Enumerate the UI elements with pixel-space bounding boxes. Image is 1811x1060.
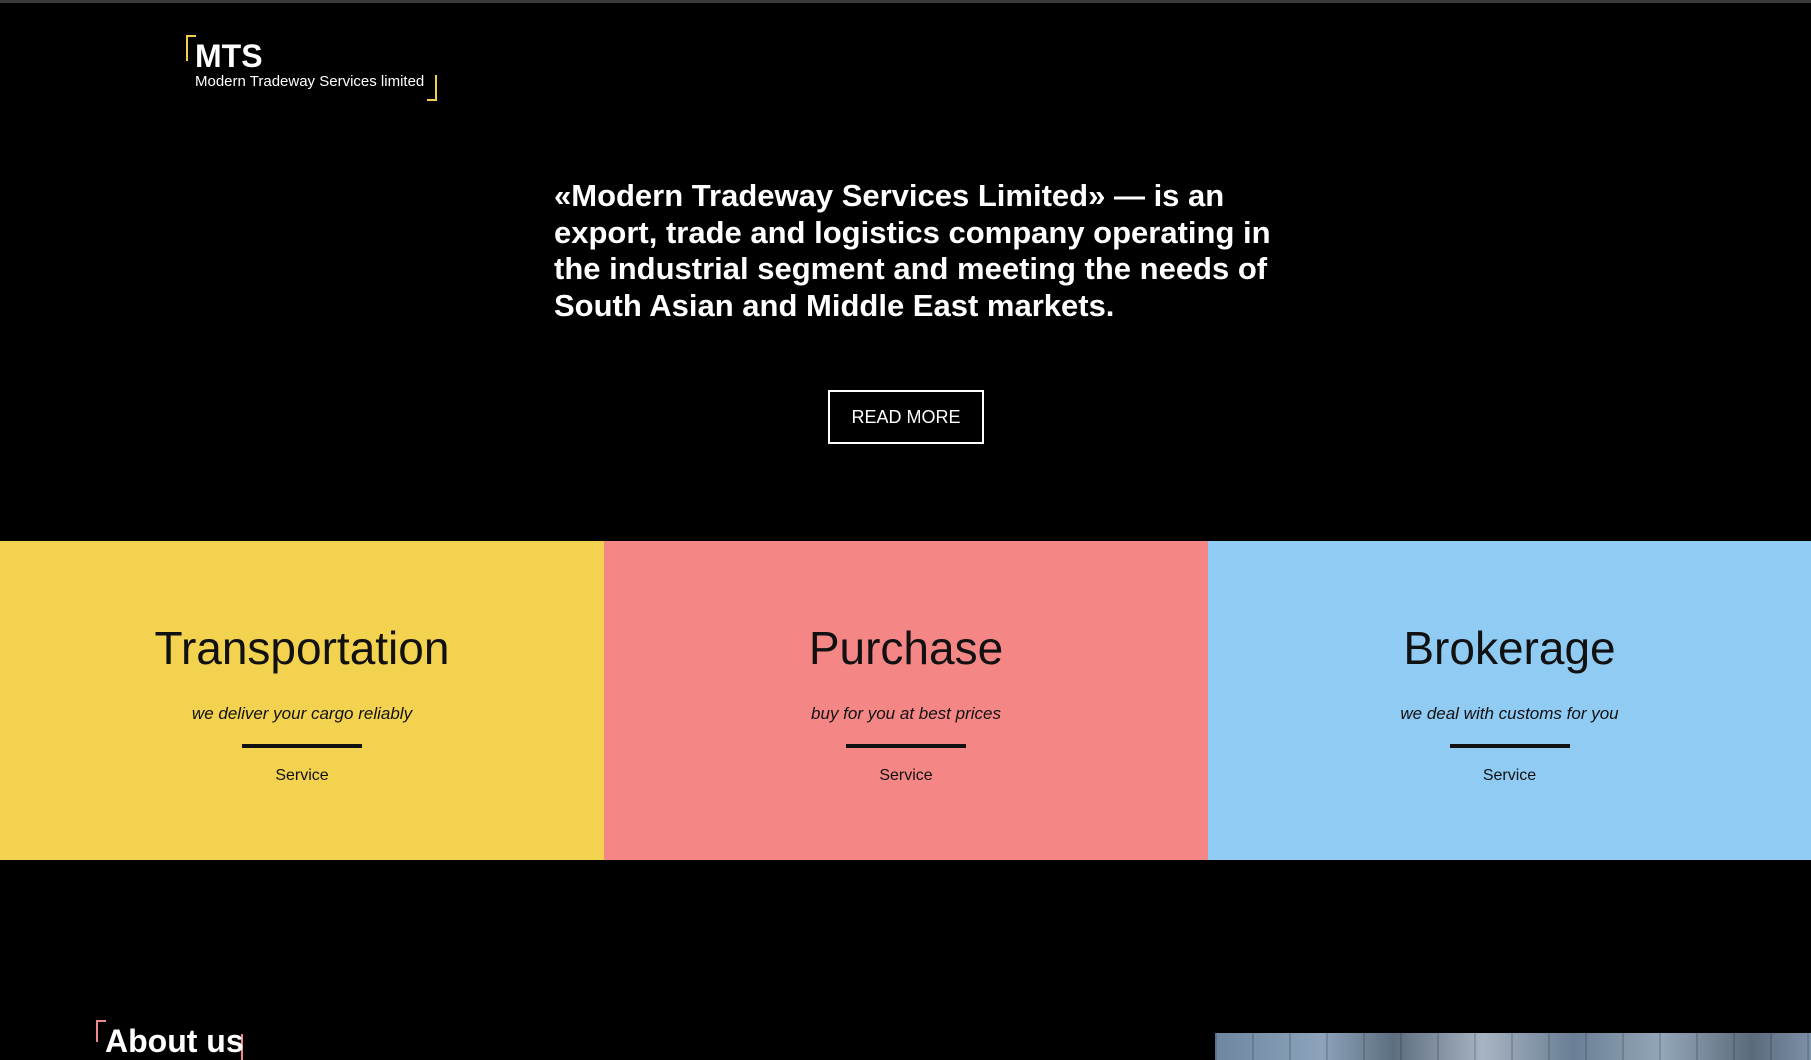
service-title: Transportation (154, 622, 450, 674)
service-description: buy for you at best prices (811, 704, 1001, 723)
service-title: Brokerage (1403, 622, 1616, 674)
read-more-button[interactable]: READ MORE (828, 390, 984, 444)
service-title: Purchase (808, 622, 1004, 674)
service-divider (242, 744, 362, 748)
service-card-transportation[interactable]: Transportation we deliver your cargo rel… (0, 541, 604, 860)
service-link[interactable]: Service (604, 766, 1208, 786)
logo-corner-bottom-right (427, 75, 437, 101)
about-heading: About us (96, 1020, 246, 1060)
about-image (1215, 1033, 1811, 1060)
service-link[interactable]: Service (0, 766, 604, 786)
top-border (0, 0, 1811, 3)
service-card-purchase[interactable]: Purchase buy for you at best prices Serv… (604, 541, 1208, 860)
hero-description: «Modern Tradeway Services Limited» — is … (554, 178, 1271, 323)
service-link[interactable]: Service (1208, 766, 1811, 786)
service-divider (846, 744, 966, 748)
service-divider (1449, 744, 1570, 748)
logo-subtitle: Modern Tradeway Services limited (195, 73, 425, 90)
services-section: Transportation we deliver your cargo rel… (0, 541, 1811, 860)
service-description: we deliver your cargo reliably (191, 704, 413, 723)
logo-title: MTS (195, 38, 263, 74)
service-card-brokerage[interactable]: Brokerage we deal with customs for you S… (1208, 541, 1811, 860)
service-description: we deal with customs for you (1400, 704, 1619, 723)
site-logo[interactable]: MTS Modern Tradeway Services limited (186, 35, 437, 101)
about-title: About us (105, 1023, 244, 1059)
